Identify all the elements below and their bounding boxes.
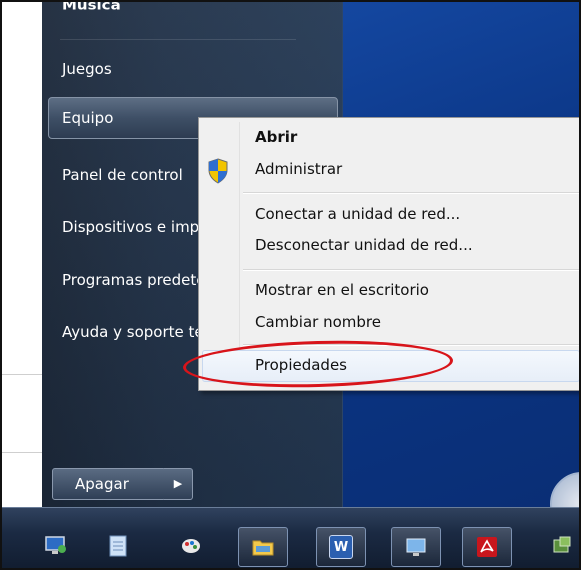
divider: [2, 452, 42, 453]
remote-desktop-icon: [45, 536, 66, 554]
explorer-folder-icon: [252, 540, 274, 556]
start-item-musica[interactable]: Música: [62, 2, 121, 13]
menu-item-administrar[interactable]: Administrar: [255, 160, 342, 178]
notepad-icon: [109, 535, 127, 557]
taskbar-button-explorer[interactable]: [238, 527, 288, 567]
taskbar-button-remote-display[interactable]: [391, 527, 441, 567]
taskbar-button-remote-desktop[interactable]: [32, 527, 80, 565]
taskbar-button-notepad[interactable]: [94, 527, 142, 565]
acrobat-icon: [477, 537, 497, 557]
menu-item-abrir[interactable]: Abrir: [255, 128, 297, 146]
uac-shield-icon: [208, 158, 228, 184]
shutdown-options-button[interactable]: ▶: [164, 468, 193, 500]
taskbar-button-paint[interactable]: [167, 527, 215, 565]
app-icon: [553, 536, 571, 553]
shutdown-button[interactable]: Apagar: [52, 468, 166, 500]
paint-icon: [182, 539, 200, 553]
menu-separator: [243, 269, 579, 271]
taskbar-button-app[interactable]: [538, 527, 579, 565]
taskbar-button-word[interactable]: W: [316, 527, 366, 567]
start-menu-separator: [60, 39, 296, 40]
taskbar-button-acrobat[interactable]: [462, 527, 512, 567]
menu-item-desconectar-unidad-red[interactable]: Desconectar unidad de red...: [255, 236, 473, 254]
menu-separator: [243, 192, 579, 194]
divider: [2, 374, 42, 375]
screenshot-frame: Música Juegos Equipo Panel de control Di…: [0, 0, 581, 570]
menu-item-conectar-unidad-red[interactable]: Conectar a unidad de red...: [255, 205, 460, 223]
chevron-right-icon: ▶: [173, 477, 183, 490]
menu-item-cambiar-nombre[interactable]: Cambiar nombre: [255, 313, 381, 331]
start-item-juegos[interactable]: Juegos: [62, 60, 112, 78]
menu-gutter: [239, 122, 240, 384]
remote-display-icon: [406, 538, 426, 556]
background-window: [2, 2, 42, 507]
start-item-equipo[interactable]: Equipo: [62, 109, 113, 127]
word-icon: W: [329, 535, 353, 559]
start-item-panel-de-control[interactable]: Panel de control: [62, 166, 183, 184]
menu-item-mostrar-escritorio[interactable]: Mostrar en el escritorio: [255, 281, 429, 299]
